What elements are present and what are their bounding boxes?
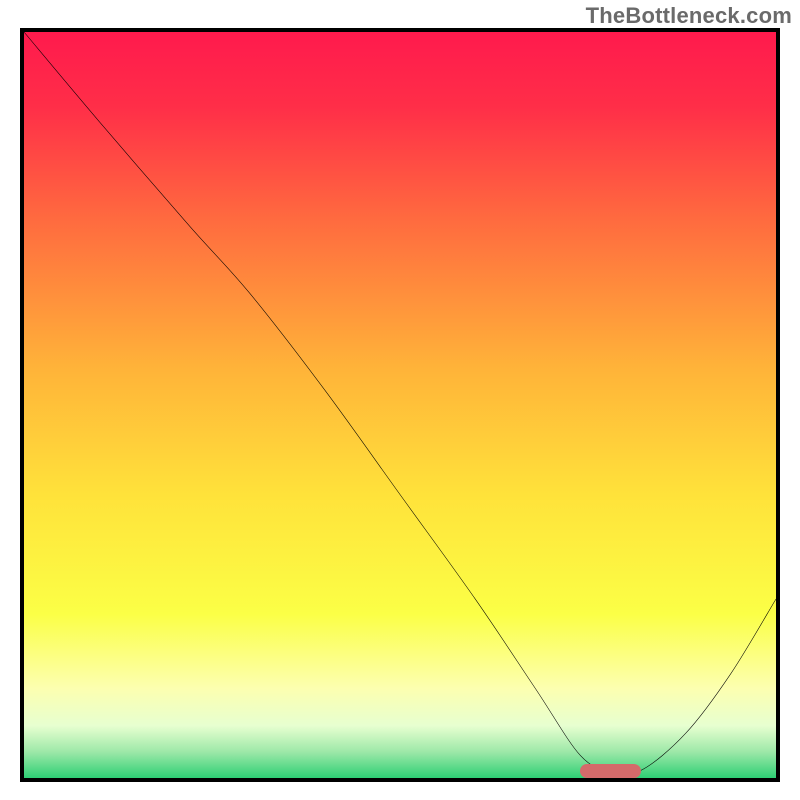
optimal-range-marker xyxy=(580,764,640,778)
bottleneck-curve xyxy=(24,32,776,778)
attribution-text: TheBottleneck.com xyxy=(586,3,792,29)
chart-frame xyxy=(20,28,780,782)
